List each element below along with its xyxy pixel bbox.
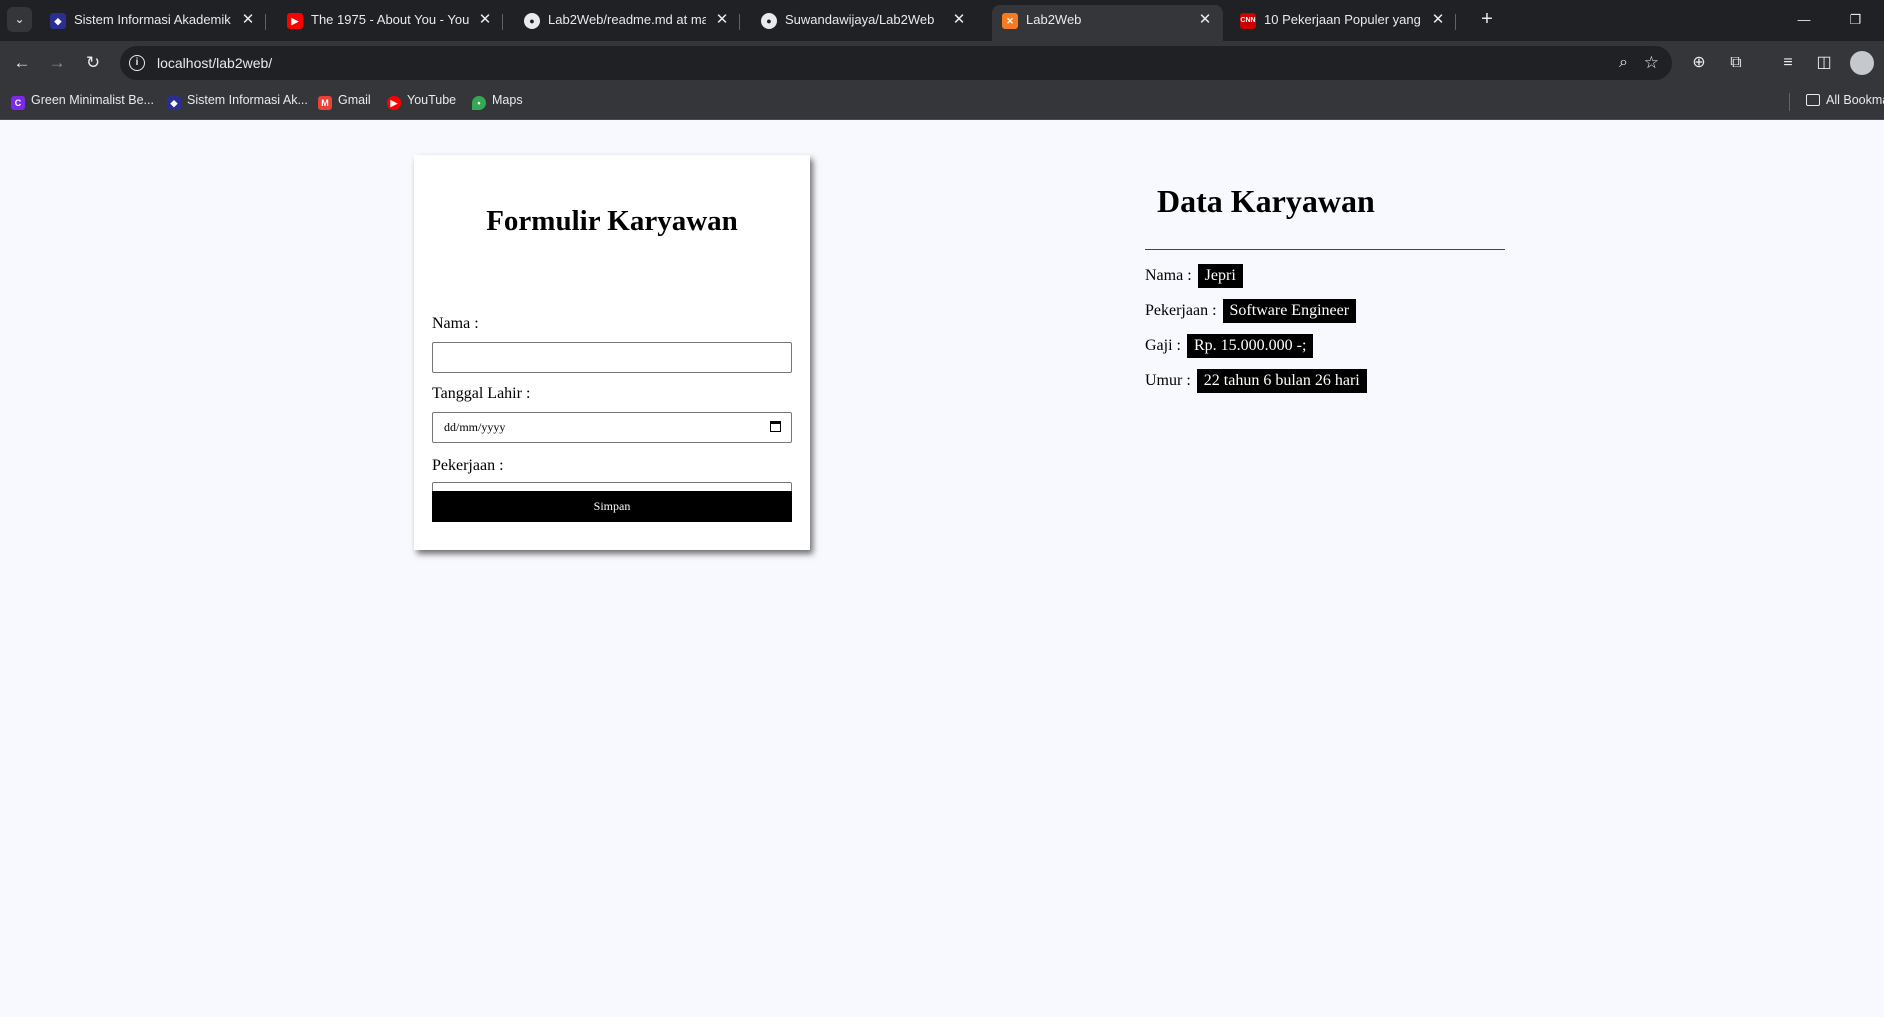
bookmark-label: Sistem Informasi Ak... [187, 93, 308, 107]
tanggal-lahir-label: Tanggal Lahir : [432, 385, 531, 402]
bookmark-label: Gmail [338, 93, 371, 107]
row-label: Umur : [1145, 372, 1191, 389]
page-content: Formulir Karyawan Nama : Tanggal Lahir :… [0, 120, 1884, 1017]
tab-separator [1455, 14, 1456, 30]
tab-search-button[interactable]: ⌄ [7, 7, 32, 32]
bookmark-label: Maps [492, 93, 523, 107]
minimize-button[interactable]: — [1781, 0, 1827, 40]
tab-github-readme[interactable]: ● Lab2Web/readme.md at main · Suwandawij… [514, 5, 740, 41]
nama-input[interactable] [432, 342, 792, 373]
folder-icon [1806, 94, 1820, 106]
media-playlist-icon[interactable]: ≡ [1776, 51, 1800, 75]
tab-title: Sistem Informasi Akademik [74, 12, 231, 27]
youtube-icon: ▶ [287, 13, 303, 29]
github-icon: ● [761, 13, 777, 29]
tab-separator [502, 14, 503, 30]
tab-separator [265, 14, 266, 30]
tab-title: 10 Pekerjaan Populer yang Disukai [1264, 12, 1422, 27]
close-icon[interactable]: ✕ [239, 5, 257, 35]
restore-button[interactable]: ❐ [1827, 0, 1884, 40]
bookmark-maps[interactable]: • Maps [472, 85, 523, 119]
university-icon: ◆ [167, 96, 181, 110]
tab-strip: ⌄ ◆ Sistem Informasi Akademik ✕ ▶ The 19… [0, 0, 1884, 41]
side-panel-icon[interactable]: ◫ [1812, 51, 1836, 75]
tab-github-repo[interactable]: ● Suwandawijaya/Lab2Web ✕ [751, 5, 977, 41]
bookmark-sistem-informasi[interactable]: ◆ Sistem Informasi Ak... [167, 85, 308, 119]
row-label: Gaji : [1145, 337, 1181, 354]
bookmark-label: YouTube [407, 93, 457, 107]
github-icon: ● [524, 13, 540, 29]
maps-icon: • [472, 96, 486, 110]
university-icon: ◆ [50, 13, 66, 29]
close-icon[interactable]: ✕ [476, 5, 494, 35]
tab-title: Lab2Web/readme.md at main · Suwandawijay… [548, 12, 706, 27]
back-button[interactable]: ← [8, 49, 36, 77]
tab-title: The 1975 - About You - YouTube [311, 12, 469, 27]
tab-lab2web[interactable]: ✕ Lab2Web ✕ [992, 5, 1223, 41]
profile-avatar[interactable] [1850, 51, 1874, 75]
simpan-button[interactable]: Simpan [432, 491, 792, 522]
browser-toolbar: ← → ↻ i localhost/lab2web/ ⌕ ☆ ⊕ ⧉ ≡ ◫ [0, 41, 1884, 85]
close-icon[interactable]: ✕ [950, 5, 968, 35]
add-extension-icon[interactable]: ⊕ [1687, 51, 1711, 75]
address-bar[interactable]: i localhost/lab2web/ ⌕ ☆ [120, 46, 1672, 80]
tab-youtube[interactable]: ▶ The 1975 - About You - YouTube ✕ [277, 5, 503, 41]
tanggal-lahir-input[interactable]: dd/mm/yyyy [432, 412, 792, 443]
divider [1145, 249, 1505, 250]
row-label: Nama : [1145, 267, 1192, 284]
row-value: Rp. 15.000.000 -; [1187, 334, 1314, 358]
bookmark-green-minimalist[interactable]: C Green Minimalist Be... [11, 85, 154, 119]
address-url[interactable]: localhost/lab2web/ [157, 46, 272, 80]
bookmark-star-icon[interactable]: ☆ [1644, 46, 1659, 80]
calendar-icon[interactable] [770, 421, 781, 432]
close-icon[interactable]: ✕ [713, 5, 731, 35]
cnn-icon: CNN [1240, 13, 1256, 29]
tab-title: Lab2Web [1026, 12, 1082, 27]
data-row-umur: Umur : 22 tahun 6 bulan 26 hari [1145, 369, 1367, 393]
close-icon[interactable]: ✕ [1196, 5, 1214, 35]
canva-icon: C [11, 96, 25, 110]
xampp-icon: ✕ [1002, 13, 1018, 29]
pekerjaan-label: Pekerjaan : [432, 457, 504, 474]
row-label: Pekerjaan : [1145, 302, 1217, 319]
tanggal-lahir-placeholder: dd/mm/yyyy [444, 420, 506, 434]
new-tab-button[interactable]: + [1473, 4, 1501, 34]
employee-form: Formulir Karyawan Nama : Tanggal Lahir :… [414, 155, 810, 550]
tab-sistem-informasi[interactable]: ◆ Sistem Informasi Akademik ✕ [40, 5, 266, 41]
row-value: Software Engineer [1222, 299, 1357, 323]
extensions-puzzle-icon[interactable]: ⧉ [1724, 51, 1748, 75]
bookmark-youtube[interactable]: ▶ YouTube [387, 85, 456, 119]
bookmark-gmail[interactable]: M Gmail [318, 85, 371, 119]
data-row-pekerjaan: Pekerjaan : Software Engineer [1145, 299, 1357, 323]
forward-button[interactable]: → [43, 49, 71, 77]
bookmarks-separator [1789, 93, 1790, 111]
reload-button[interactable]: ↻ [79, 49, 107, 77]
data-title: Data Karyawan [1157, 183, 1375, 219]
all-bookmarks-label: All Bookmarks [1826, 93, 1884, 107]
close-icon[interactable]: ✕ [1429, 5, 1447, 35]
youtube-icon: ▶ [387, 96, 401, 110]
bookmark-label: Green Minimalist Be... [31, 93, 154, 107]
nama-label: Nama : [432, 315, 479, 332]
data-row-gaji: Gaji : Rp. 15.000.000 -; [1145, 334, 1314, 358]
tab-separator [739, 14, 740, 30]
gmail-icon: M [318, 96, 332, 110]
bookmarks-bar: C Green Minimalist Be... ◆ Sistem Informas… [0, 85, 1884, 120]
tab-title: Suwandawijaya/Lab2Web [785, 12, 935, 27]
zoom-icon[interactable]: ⌕ [1619, 46, 1628, 80]
row-value: 22 tahun 6 bulan 26 hari [1196, 369, 1367, 393]
site-info-icon[interactable]: i [129, 55, 145, 71]
data-row-nama: Nama : Jepri [1145, 264, 1243, 288]
all-bookmarks-button[interactable]: All Bookmarks [1806, 85, 1884, 119]
form-title: Formulir Karyawan [486, 205, 738, 237]
tab-cnn[interactable]: CNN 10 Pekerjaan Populer yang Disukai ✕ [1230, 5, 1456, 41]
row-value: Jepri [1197, 264, 1243, 288]
